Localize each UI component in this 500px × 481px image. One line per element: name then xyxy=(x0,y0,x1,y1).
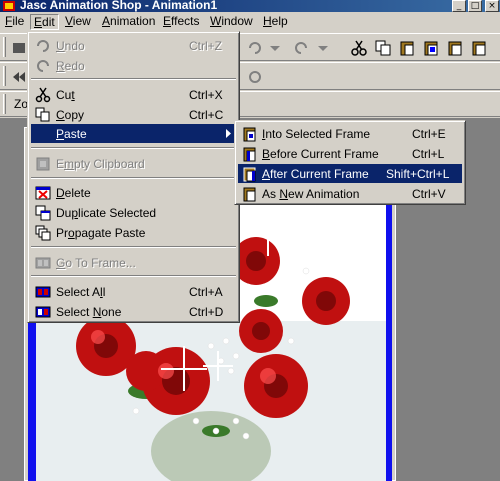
menu-bar: File Edit View Animation Effects Window … xyxy=(0,12,500,31)
first-frame-icon[interactable] xyxy=(10,68,28,86)
menu-item-undo[interactable]: Undo Ctrl+Z xyxy=(31,36,236,55)
menu-separator xyxy=(31,177,236,179)
duplicate-icon xyxy=(35,205,51,221)
select-none-shortcut: Ctrl+D xyxy=(189,305,224,319)
propagate-icon xyxy=(35,225,51,241)
select-all-label: Select All xyxy=(56,285,106,299)
delete-label: Delete xyxy=(56,186,91,200)
toolbar-grip[interactable] xyxy=(3,66,6,86)
menu-item-into-selected-frame[interactable]: Into Selected Frame Ctrl+E xyxy=(238,124,462,143)
menu-item-cut[interactable]: Cut Ctrl+X xyxy=(31,85,236,104)
go-to-frame-label: Go To Frame... xyxy=(56,256,136,270)
menu-separator xyxy=(31,246,236,248)
empty-clipboard-icon xyxy=(36,157,50,171)
menu-separator xyxy=(31,78,236,80)
title-bar: Jasc Animation Shop - Animation1 _ □ × xyxy=(0,0,500,12)
menu-item-before-current-frame[interactable]: Before Current Frame Ctrl+L xyxy=(238,144,462,163)
refresh-icon[interactable] xyxy=(246,68,264,86)
close-button[interactable]: × xyxy=(485,0,499,12)
menu-item-copy[interactable]: Copy Ctrl+C xyxy=(31,105,236,124)
select-none-icon xyxy=(35,306,51,318)
propagate-label: Propagate Paste xyxy=(56,226,146,240)
go-to-frame-icon xyxy=(35,257,51,269)
menu-item-empty-clipboard[interactable]: Empty Clipboard xyxy=(31,154,236,173)
select-all-shortcut: Ctrl+A xyxy=(189,285,223,299)
menu-window[interactable]: Window xyxy=(207,14,256,30)
menu-item-redo[interactable]: Redo xyxy=(31,56,236,75)
toolbar-grip[interactable] xyxy=(3,94,6,114)
cut-label: Cut xyxy=(56,88,75,102)
cut-icon[interactable] xyxy=(350,39,368,57)
before-current-label: Before Current Frame xyxy=(262,147,379,161)
edit-menu: Undo Ctrl+Z Redo Cut Ctrl+X Copy Ctrl+C … xyxy=(27,31,240,323)
copy-label: Copy xyxy=(56,108,85,122)
menu-item-propagate-paste[interactable]: Propagate Paste xyxy=(31,223,236,242)
menu-item-select-none[interactable]: Select None Ctrl+D xyxy=(31,302,236,321)
paste-new-icon xyxy=(243,187,256,202)
cut-icon xyxy=(35,87,51,103)
paste-before-icon[interactable] xyxy=(446,39,464,57)
menu-item-paste[interactable]: Paste xyxy=(31,124,236,143)
undo-dropdown-icon[interactable] xyxy=(266,39,284,57)
undo-shortcut: Ctrl+Z xyxy=(189,39,222,53)
cut-shortcut: Ctrl+X xyxy=(189,88,223,102)
redo-icon[interactable] xyxy=(292,39,310,57)
maximize-button[interactable]: □ xyxy=(468,0,482,12)
duplicate-label: Duplicate Selected xyxy=(56,206,157,220)
toolbar-new-icon[interactable] xyxy=(10,39,28,57)
minimize-button[interactable]: _ xyxy=(452,0,466,12)
paste-before-icon xyxy=(243,147,256,162)
after-current-shortcut: Shift+Ctrl+L xyxy=(386,167,450,181)
menu-effects[interactable]: Effects xyxy=(160,14,202,30)
menu-separator xyxy=(31,147,236,149)
menu-item-delete[interactable]: Delete xyxy=(31,183,236,202)
redo-icon xyxy=(37,60,49,72)
menu-item-select-all[interactable]: Select All Ctrl+A xyxy=(31,282,236,301)
undo-icon[interactable] xyxy=(246,39,264,57)
into-selected-label: Into Selected Frame xyxy=(262,127,371,141)
redo-dropdown-icon[interactable] xyxy=(314,39,332,57)
paste-submenu: Into Selected Frame Ctrl+E Before Curren… xyxy=(234,120,466,205)
toolbar-grip[interactable] xyxy=(3,37,6,57)
menu-separator xyxy=(31,275,236,277)
window-title: Jasc Animation Shop - Animation1 xyxy=(20,0,218,12)
app-icon xyxy=(3,1,15,11)
menu-file[interactable]: File xyxy=(2,14,27,30)
paste-label: Paste xyxy=(56,127,87,141)
delete-icon xyxy=(35,186,51,200)
paste-icon[interactable] xyxy=(398,39,416,57)
paste-into-icon[interactable] xyxy=(422,39,440,57)
menu-view[interactable]: View xyxy=(62,14,94,30)
after-current-label: After Current Frame xyxy=(262,167,369,181)
redo-label: Redo xyxy=(56,59,85,73)
paste-after-icon[interactable] xyxy=(470,39,488,57)
zoom-label: Zo xyxy=(14,97,29,111)
undo-label: Undo xyxy=(56,39,85,53)
paste-into-icon xyxy=(243,127,256,142)
empty-clipboard-label: Empty Clipboard xyxy=(56,157,145,171)
menu-animation[interactable]: Animation xyxy=(99,14,158,30)
undo-icon xyxy=(37,40,49,52)
menu-item-go-to-frame[interactable]: Go To Frame... xyxy=(31,253,236,272)
paste-after-icon xyxy=(243,167,256,182)
menu-item-as-new-animation[interactable]: As New Animation Ctrl+V xyxy=(238,184,462,203)
as-new-shortcut: Ctrl+V xyxy=(412,187,446,201)
menu-edit[interactable]: Edit xyxy=(30,14,59,30)
menu-item-duplicate-selected[interactable]: Duplicate Selected xyxy=(31,203,236,222)
copy-shortcut: Ctrl+C xyxy=(189,108,224,122)
submenu-arrow-icon xyxy=(226,129,231,138)
into-selected-shortcut: Ctrl+E xyxy=(412,127,446,141)
select-all-icon xyxy=(35,286,51,298)
menu-item-after-current-frame[interactable]: After Current Frame Shift+Ctrl+L xyxy=(238,164,462,183)
menu-help[interactable]: Help xyxy=(260,14,291,30)
copy-icon xyxy=(35,107,50,122)
before-current-shortcut: Ctrl+L xyxy=(412,147,445,161)
copy-icon[interactable] xyxy=(374,39,392,57)
as-new-label: As New Animation xyxy=(262,187,360,201)
select-none-label: Select None xyxy=(56,305,122,319)
